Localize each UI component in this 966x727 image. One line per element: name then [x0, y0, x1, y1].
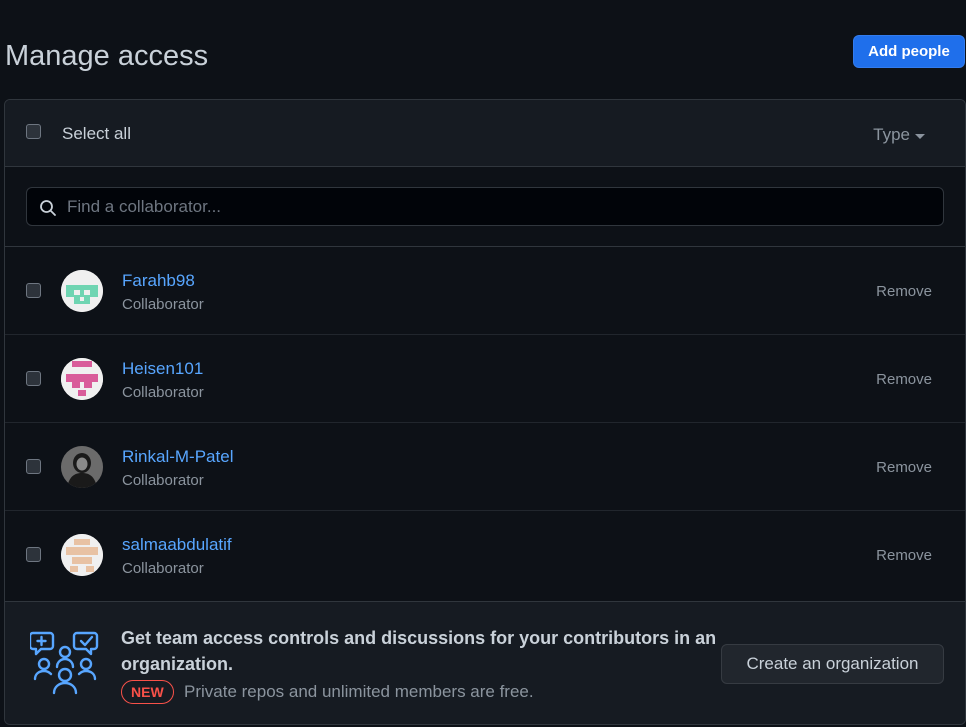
collaborator-role: Collaborator — [122, 472, 204, 489]
type-filter-label: Type — [873, 125, 910, 144]
collaborator-name[interactable]: Heisen101 — [122, 359, 203, 379]
identicon-icon — [61, 534, 103, 576]
manage-access-page: Manage access Add people Select all Type — [0, 0, 966, 727]
collaborator-name[interactable]: Farahb98 — [122, 271, 195, 291]
caret-down-icon — [915, 133, 925, 139]
collaborator-role: Collaborator — [122, 560, 204, 577]
avatar[interactable] — [61, 358, 103, 400]
add-people-button[interactable]: Add people — [853, 35, 965, 68]
identicon-icon — [61, 358, 103, 400]
collaborator-row: Heisen101 Collaborator Remove — [5, 335, 965, 423]
avatar[interactable] — [61, 534, 103, 576]
profile-photo-icon — [61, 446, 103, 488]
list-header: Select all Type — [5, 100, 965, 167]
row-checkbox[interactable] — [26, 283, 41, 298]
avatar[interactable] — [61, 446, 103, 488]
collaborator-role: Collaborator — [122, 296, 204, 313]
search-field[interactable] — [26, 187, 944, 226]
page-title: Manage access — [5, 40, 209, 72]
collaborator-row: Rinkal-M-Patel Collaborator Remove — [5, 423, 965, 511]
search-area — [5, 167, 965, 247]
search-icon — [40, 200, 56, 216]
identicon-icon — [61, 270, 103, 312]
remove-button[interactable]: Remove — [876, 371, 932, 388]
select-all-label: Select all — [62, 124, 131, 143]
select-all-checkbox[interactable] — [26, 124, 41, 139]
remove-button[interactable]: Remove — [876, 459, 932, 476]
row-checkbox[interactable] — [26, 459, 41, 474]
search-input[interactable] — [67, 188, 927, 225]
organization-banner: Get team access controls and discussions… — [5, 601, 965, 724]
remove-button[interactable]: Remove — [876, 547, 932, 564]
avatar[interactable] — [61, 270, 103, 312]
collaborators-box: Select all Type Find a collaborator... F… — [4, 99, 966, 725]
organization-banner-subtitle: Private repos and unlimited members are … — [184, 682, 534, 701]
collaborator-row: Farahb98 Collaborator Remove — [5, 247, 965, 335]
type-filter-dropdown[interactable]: Type — [873, 125, 925, 145]
collaborator-name[interactable]: Rinkal-M-Patel — [122, 447, 233, 467]
create-organization-button[interactable]: Create an organization — [721, 644, 944, 684]
new-badge: NEW — [121, 680, 174, 704]
collaborator-name[interactable]: salmaabdulatif — [122, 535, 232, 555]
organization-banner-title: Get team access controls and discussions… — [121, 628, 717, 674]
remove-button[interactable]: Remove — [876, 283, 932, 300]
collaborator-row: salmaabdulatif Collaborator Remove — [5, 511, 965, 599]
row-checkbox[interactable] — [26, 371, 41, 386]
row-checkbox[interactable] — [26, 547, 41, 562]
collaborator-role: Collaborator — [122, 384, 204, 401]
team-discussion-icon — [30, 631, 99, 695]
